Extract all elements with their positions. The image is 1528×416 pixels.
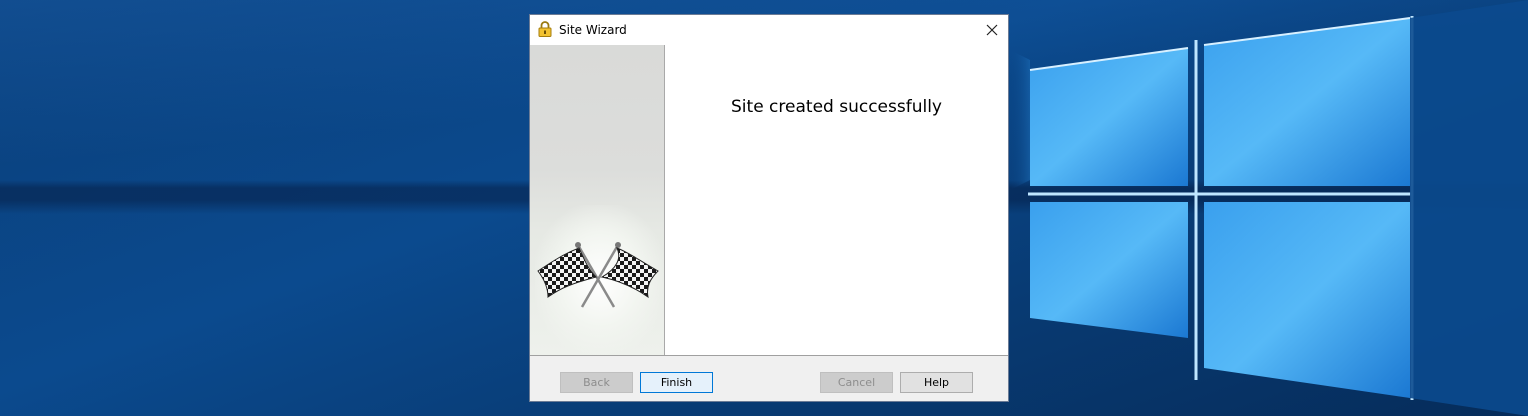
wizard-footer: Back Finish Cancel Help [530,356,1008,401]
close-button[interactable] [976,15,1008,45]
site-wizard-dialog: Site Wizard Site created successfully Ba… [529,14,1009,402]
dialog-title: Site Wizard [559,23,627,37]
help-button[interactable]: Help [900,372,973,393]
title-bar: Site Wizard [530,15,1008,45]
cancel-button[interactable]: Cancel [820,372,893,393]
checkered-flags-icon [537,242,659,308]
wizard-side-panel [530,45,665,355]
finish-button[interactable]: Finish [640,372,713,393]
windows-logo [1010,0,1528,416]
back-button[interactable]: Back [560,372,633,393]
close-icon [986,24,998,36]
wizard-content: Site created successfully [665,45,1008,355]
padlock-icon [538,21,552,37]
success-message: Site created successfully [731,97,942,117]
